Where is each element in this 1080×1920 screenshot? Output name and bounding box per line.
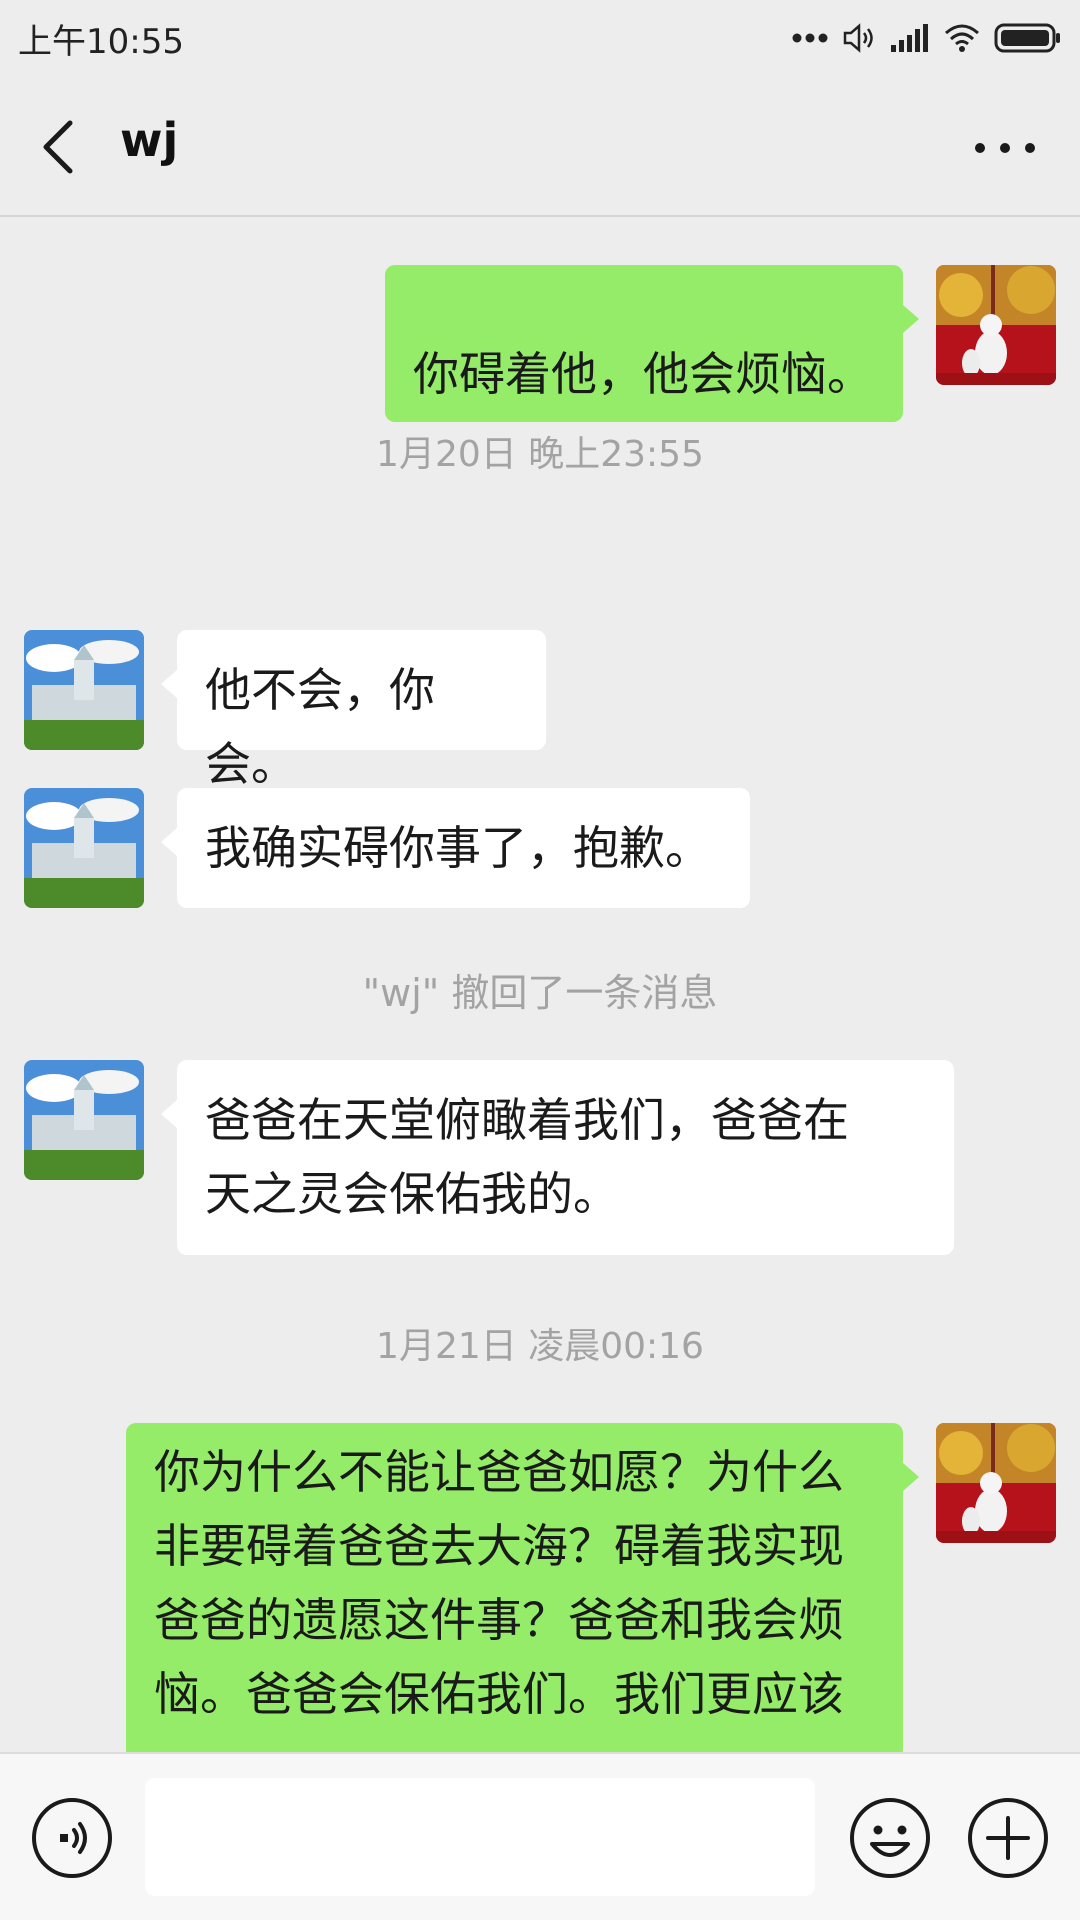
status-bar: 上午10:55 [0,0,1080,75]
timestamp: 1月20日 晚上23:55 [376,434,704,475]
input-bar [0,1752,1080,1920]
message-text: 我确实碍你事了，抱歉。 [205,821,711,875]
signal-icon [891,24,928,52]
wifi-icon [945,24,979,52]
message-bubble-incoming[interactable]: 爸爸在天堂俯瞰着我们，爸爸在 天之灵会保佑我的。 [161,1060,954,1255]
message-text-line: 你为什么不能让爸爸如愿？为什么 [154,1445,844,1499]
more-options-button[interactable] [970,123,1040,173]
message-bubble-incoming[interactable]: 他不会，你会。 [161,630,546,791]
back-button[interactable] [30,111,90,183]
chat-screen: 上午10:55 wj 你碍着他，他会烦恼。 1月20日 晚上23:55 他不会，… [0,0,1080,1920]
message-text: 你碍着他，他会烦恼。 [413,347,873,401]
contact-avatar[interactable] [24,1060,144,1180]
message-list[interactable]: 你碍着他，他会烦恼。 1月20日 晚上23:55 他不会，你会。 我确实碍你事了… [0,217,1080,1752]
status-icons [792,18,1062,58]
my-avatar[interactable] [936,1423,1056,1543]
message-text-line: 恼。爸爸会保佑我们。我们更应该 [154,1667,844,1721]
chat-title: wj [120,113,179,167]
my-avatar[interactable] [936,265,1056,385]
chat-header: wj [0,75,1080,217]
message-text-line: 爸爸的遗愿这件事？爸爸和我会烦 [154,1593,844,1647]
battery-icon [994,23,1060,53]
status-time: 上午10:55 [18,22,184,62]
emoji-button[interactable] [848,1796,932,1880]
contact-avatar[interactable] [24,788,144,908]
message-text-line: 天之灵会保佑我的。 [205,1167,619,1221]
volume-icon [843,23,873,53]
message-text-line: 非要碍着爸爸去大海？碍着我实现 [154,1519,844,1573]
message-text-line: 爸爸在天堂俯瞰着我们，爸爸在 [205,1093,849,1147]
plus-button[interactable] [966,1796,1050,1880]
contact-avatar[interactable] [24,630,144,750]
message-bubble-outgoing[interactable]: 你碍着他，他会烦恼。 [385,265,919,422]
message-bubble-outgoing[interactable]: 你为什么不能让爸爸如愿？为什么 非要碍着爸爸去大海？碍着我实现 爸爸的遗愿这件事… [126,1423,919,1752]
voice-button[interactable] [30,1796,114,1880]
message-bubble-incoming[interactable]: 我确实碍你事了，抱歉。 [161,788,750,908]
message-input[interactable] [145,1778,815,1896]
timestamp: 1月21日 凌晨00:16 [376,1326,704,1367]
message-text: 他不会，你会。 [205,663,435,791]
more-notifications-icon [792,33,828,43]
recall-notice: "wj" 撤回了一条消息 [362,971,718,1015]
